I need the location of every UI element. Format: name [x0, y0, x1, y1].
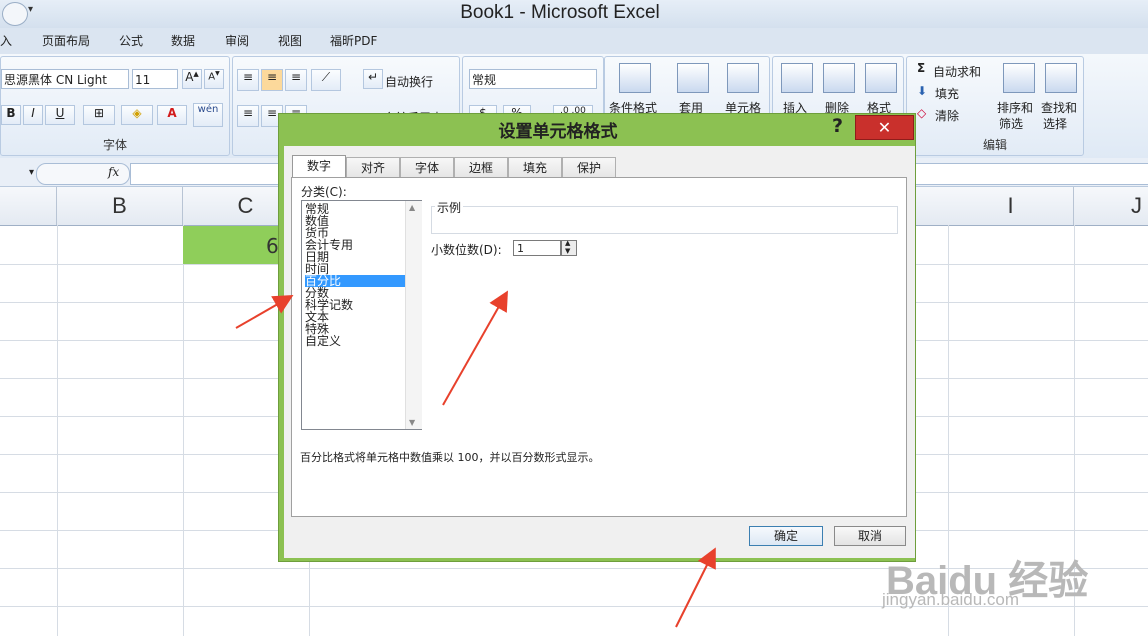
category-list[interactable]: 常规 数值 货币 会计专用 日期 时间 百分比 分数 科学记数 文本 特殊 自定… [301, 200, 422, 430]
font-group: 思源黑体 CN Light 11 A▲ A▼ B I U ⊞ ◈ A wén 字… [0, 56, 230, 156]
watermark-url: jingyan.baidu.com [882, 590, 1020, 609]
find-select-line1[interactable]: 查找和 [1041, 99, 1077, 116]
decimal-places-label: 小数位数(D): [431, 243, 502, 257]
tab-view[interactable]: 视图 [278, 32, 302, 49]
font-color-icon[interactable]: A [157, 105, 187, 125]
align-middle-icon[interactable]: ≡ [261, 69, 283, 91]
wrap-text-button[interactable]: 自动换行 [385, 73, 433, 90]
ribbon-tabs: 入 页面布局 公式 数据 审阅 视图 福昕PDF [0, 28, 1148, 54]
table-style-icon[interactable] [677, 63, 709, 93]
conditional-format-icon[interactable] [619, 63, 651, 93]
category-custom[interactable]: 自定义 [305, 335, 405, 347]
name-box-dropdown-icon[interactable]: ▾ [0, 163, 34, 183]
italic-icon[interactable]: I [23, 105, 43, 125]
delete-icon[interactable] [823, 63, 855, 93]
help-icon[interactable]: ? [832, 115, 843, 137]
shrink-font-icon[interactable]: A▼ [204, 69, 224, 89]
arrow-to-ok-button [675, 547, 716, 628]
tab-fill[interactable]: 填充 [508, 157, 562, 177]
cancel-button[interactable]: 取消 [834, 526, 906, 546]
column-line [57, 225, 58, 636]
decimal-spinner[interactable]: ▲ ▼ [561, 239, 577, 256]
decimal-places-input[interactable]: 1 [513, 240, 561, 256]
tab-review[interactable]: 审阅 [225, 32, 249, 49]
sample-label: 示例 [435, 199, 464, 216]
autosum-button[interactable]: 自动求和 [933, 63, 981, 80]
spin-up-icon[interactable]: ▲ [565, 239, 570, 247]
category-scrollbar[interactable]: ▲ ▼ [405, 201, 422, 429]
tab-font[interactable]: 字体 [400, 157, 454, 177]
find-select-icon[interactable] [1045, 63, 1077, 93]
align-top-icon[interactable]: ≡ [237, 69, 259, 91]
tab-alignment[interactable]: 对齐 [346, 157, 400, 177]
ok-button[interactable]: 确定 [749, 526, 823, 546]
clear-icon[interactable]: ◇ [917, 106, 926, 120]
dialog-title: 设置单元格格式 [498, 122, 618, 142]
fill-down-icon[interactable]: ⬇ [917, 84, 927, 98]
column-header-a[interactable] [0, 187, 57, 225]
format-description: 百分比格式将单元格中数值乘以 100，并以百分数形式显示。 [300, 451, 600, 464]
underline-icon[interactable]: U [45, 105, 75, 125]
tab-number[interactable]: 数字 [292, 155, 346, 178]
clear-button[interactable]: 清除 [935, 107, 959, 124]
column-header-i[interactable]: I [948, 187, 1074, 225]
scroll-down-icon[interactable]: ▼ [409, 418, 415, 427]
find-select-line2[interactable]: 选择 [1043, 115, 1067, 132]
column-header-b[interactable]: B [57, 187, 183, 225]
cell-c2-value: 6 [266, 234, 279, 258]
tab-border[interactable]: 边框 [454, 157, 508, 177]
tab-insert[interactable]: 入 [0, 32, 12, 49]
editing-group: Σ 自动求和 ⬇ 填充 ◇ 清除 排序和 筛选 查找和 选择 编辑 [906, 56, 1084, 156]
font-name-select[interactable]: 思源黑体 CN Light [1, 69, 129, 89]
fill-button[interactable]: 填充 [935, 85, 959, 102]
scroll-up-icon[interactable]: ▲ [409, 203, 415, 212]
font-group-label: 字体 [102, 138, 127, 152]
font-size-select[interactable]: 11 [132, 69, 178, 89]
column-header-j[interactable]: J [1074, 187, 1148, 225]
insert-function-icon[interactable]: fx [108, 165, 119, 179]
wrap-text-icon[interactable]: ↵ [363, 69, 383, 89]
tab-foxit-pdf[interactable]: 福昕PDF [330, 32, 377, 49]
editing-group-label: 编辑 [982, 138, 1007, 152]
borders-icon[interactable]: ⊞ [83, 105, 115, 125]
autosum-icon[interactable]: Σ [917, 61, 925, 75]
title-bar: ▾ Book1 - Microsoft Excel [0, 0, 1148, 28]
align-left-icon[interactable]: ≡ [237, 105, 259, 127]
sample-box [431, 206, 898, 234]
phonetic-icon[interactable]: wén [193, 103, 223, 127]
close-icon[interactable]: ✕ [855, 115, 914, 140]
number-format-select[interactable]: 常规 [469, 69, 597, 89]
window-title: Book1 - Microsoft Excel [460, 2, 660, 23]
orientation-icon[interactable]: ⟋ [311, 69, 341, 91]
spin-down-icon[interactable]: ▼ [565, 247, 570, 255]
format-icon[interactable] [865, 63, 897, 93]
fill-color-icon[interactable]: ◈ [121, 105, 153, 125]
sort-filter-line2[interactable]: 筛选 [999, 115, 1023, 132]
tab-protection[interactable]: 保护 [562, 157, 616, 177]
tab-page-layout[interactable]: 页面布局 [42, 32, 90, 49]
tab-data[interactable]: 数据 [171, 32, 195, 49]
category-label: 分类(C): [301, 185, 347, 199]
sort-filter-icon[interactable] [1003, 63, 1035, 93]
sort-filter-line1[interactable]: 排序和 [997, 99, 1033, 116]
column-line [183, 225, 184, 636]
insert-icon[interactable] [781, 63, 813, 93]
tab-formulas[interactable]: 公式 [119, 32, 143, 49]
align-bottom-icon[interactable]: ≡ [285, 69, 307, 91]
grow-font-icon[interactable]: A▲ [182, 69, 202, 89]
bold-icon[interactable]: B [1, 105, 21, 125]
cell-style-icon[interactable] [727, 63, 759, 93]
